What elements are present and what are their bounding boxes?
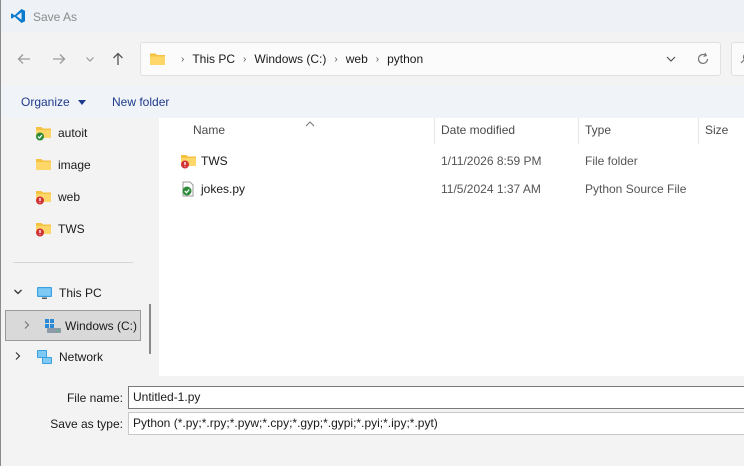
- file-name-label: File name:: [66, 391, 123, 405]
- file-name-field[interactable]: Untitled-1.py: [128, 386, 744, 409]
- up-button[interactable]: [107, 48, 129, 70]
- forward-button[interactable]: [48, 48, 70, 70]
- breadcrumb-windows-c[interactable]: Windows (C:): [254, 52, 326, 66]
- sidebar-item-label: TWS: [58, 222, 85, 236]
- chevron-right-icon: ›: [375, 53, 380, 65]
- vscode-icon: [10, 8, 26, 24]
- column-header-size[interactable]: Size: [705, 123, 728, 137]
- column-header-date[interactable]: Date modified: [441, 123, 515, 137]
- chevron-right-icon: [13, 350, 27, 364]
- file-list: Name Date modified Type Size TWS 1/11/20…: [159, 118, 744, 376]
- sidebar-item-label: image: [58, 158, 91, 172]
- drive-icon: [44, 318, 62, 334]
- sidebar-item-windows-c[interactable]: Windows (C:): [5, 310, 141, 341]
- sidebar-divider: [13, 262, 133, 263]
- save-form: File name: Untitled-1.py Save as type: P…: [1, 376, 744, 466]
- sidebar-item-label: autoit: [58, 126, 88, 140]
- organize-button[interactable]: Organize: [21, 95, 87, 109]
- navigation-pane: autoit image web TWS This PC Windows (C:…: [1, 118, 151, 376]
- refresh-icon[interactable]: [696, 52, 710, 69]
- folder-icon: [35, 157, 52, 173]
- folder-icon: [149, 51, 166, 69]
- recent-locations-button[interactable]: [79, 48, 101, 70]
- chevron-down-icon: [13, 286, 27, 300]
- quick-access-list: autoit image web TWS: [35, 118, 145, 244]
- sidebar-item-label: This PC: [59, 286, 102, 300]
- save-as-type-label: Save as type:: [50, 417, 123, 431]
- file-name: TWS: [201, 154, 228, 168]
- table-row[interactable]: jokes.py 11/5/2024 1:37 AM Python Source…: [159, 176, 744, 202]
- sidebar-item-this-pc[interactable]: This PC: [13, 278, 143, 308]
- column-header-name[interactable]: Name: [193, 123, 225, 137]
- command-bar: Organize New folder: [1, 86, 744, 118]
- sidebar-item-label: web: [58, 190, 81, 204]
- address-bar[interactable]: › This PC › Windows (C:) › web › python: [140, 42, 721, 76]
- chevron-right-icon: [22, 319, 36, 333]
- sidebar-item-label: Network: [59, 350, 104, 364]
- breadcrumb-this-pc[interactable]: This PC: [192, 52, 235, 66]
- folder-error-icon: [35, 221, 52, 237]
- chevron-right-icon: ›: [181, 53, 185, 65]
- sidebar-item-label: Windows (C:): [65, 318, 138, 333]
- new-folder-button[interactable]: New folder: [112, 95, 169, 109]
- sidebar-scrollbar[interactable]: [149, 304, 151, 354]
- sidebar-item-network[interactable]: Network: [13, 342, 143, 372]
- file-type: File folder: [585, 154, 638, 168]
- window-title: Save As: [33, 10, 78, 24]
- folder-error-icon: [35, 189, 52, 205]
- folder-synced-icon: [35, 125, 52, 141]
- network-icon: [36, 349, 53, 365]
- search-icon: [740, 52, 744, 67]
- sidebar-item-web[interactable]: web: [35, 182, 145, 212]
- python-file-synced-icon: [180, 181, 197, 200]
- sidebar-item-tws[interactable]: TWS: [35, 214, 145, 244]
- computer-icon: [36, 285, 53, 301]
- sidebar-item-autoit[interactable]: autoit: [35, 118, 145, 148]
- chevron-right-icon: ›: [334, 53, 338, 65]
- address-dropdown-button[interactable]: [665, 53, 677, 68]
- breadcrumb: › This PC › Windows (C:) › web › python: [173, 52, 423, 66]
- column-divider[interactable]: [434, 118, 435, 144]
- column-divider[interactable]: [698, 118, 699, 144]
- sidebar-item-image[interactable]: image: [35, 150, 145, 180]
- file-type: Python Source File: [585, 182, 687, 196]
- breadcrumb-python[interactable]: python: [387, 52, 423, 66]
- column-header-type[interactable]: Type: [585, 123, 611, 137]
- folder-error-icon: [180, 153, 197, 172]
- caret-down-icon: [78, 95, 87, 109]
- sort-ascending-icon: [305, 116, 315, 130]
- navigation-bar: › This PC › Windows (C:) › web › python: [1, 32, 744, 86]
- breadcrumb-web[interactable]: web: [346, 52, 368, 66]
- organize-label: Organize: [21, 95, 70, 109]
- save-as-type-select[interactable]: Python (*.py;*.rpy;*.pyw;*.cpy;*.gyp;*.g…: [128, 412, 744, 435]
- title-bar: Save As: [1, 0, 744, 32]
- save-as-dialog: Save As › This PC › Windows (C:) › web ›…: [0, 0, 744, 466]
- file-date: 1/11/2026 8:59 PM: [441, 154, 542, 168]
- column-divider[interactable]: [578, 118, 579, 144]
- table-row[interactable]: TWS 1/11/2026 8:59 PM File folder: [159, 148, 744, 174]
- back-button[interactable]: [13, 48, 35, 70]
- chevron-right-icon: ›: [243, 53, 247, 65]
- search-input[interactable]: [731, 42, 744, 76]
- file-date: 11/5/2024 1:37 AM: [441, 182, 541, 196]
- file-name: jokes.py: [201, 182, 246, 196]
